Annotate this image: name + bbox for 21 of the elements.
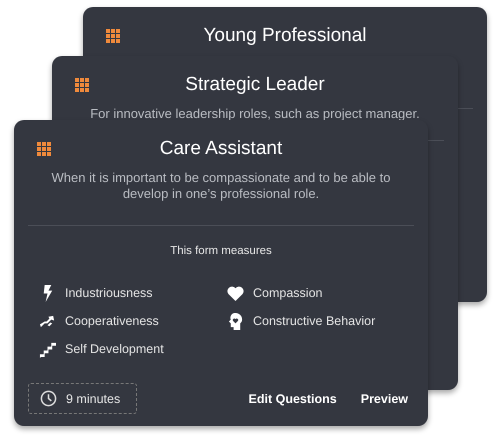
card-description: For innovative leadership roles, such as project manager.	[89, 106, 421, 122]
measures-label: This form measures	[169, 245, 273, 257]
grid-icon	[106, 29, 120, 43]
trait-label: Constructive Behavior	[253, 314, 376, 328]
head-heart-icon	[227, 312, 244, 330]
trait-label: Compassion	[253, 286, 322, 300]
action-button[interactable]: Edit Questions	[242, 388, 343, 410]
duration-text: 9 minutes	[66, 392, 120, 406]
card-description: When it is important to be compassionate and to be able to develop in one’s professional role.	[50, 170, 392, 202]
trait-label: Self Development	[65, 342, 164, 356]
grid-icon	[75, 78, 89, 92]
card-title: Young Professional	[202, 25, 368, 47]
heart-icon	[227, 284, 244, 302]
trait-label: Industriousness	[65, 286, 153, 300]
grid-icon	[37, 142, 51, 156]
card-title: Strategic Leader	[184, 74, 326, 96]
card-title: Care Assistant	[158, 138, 284, 160]
clock-icon	[40, 390, 57, 407]
action-button[interactable]: Preview	[354, 388, 414, 410]
trait-label: Cooperativeness	[65, 314, 159, 328]
stairs-icon	[39, 340, 56, 358]
